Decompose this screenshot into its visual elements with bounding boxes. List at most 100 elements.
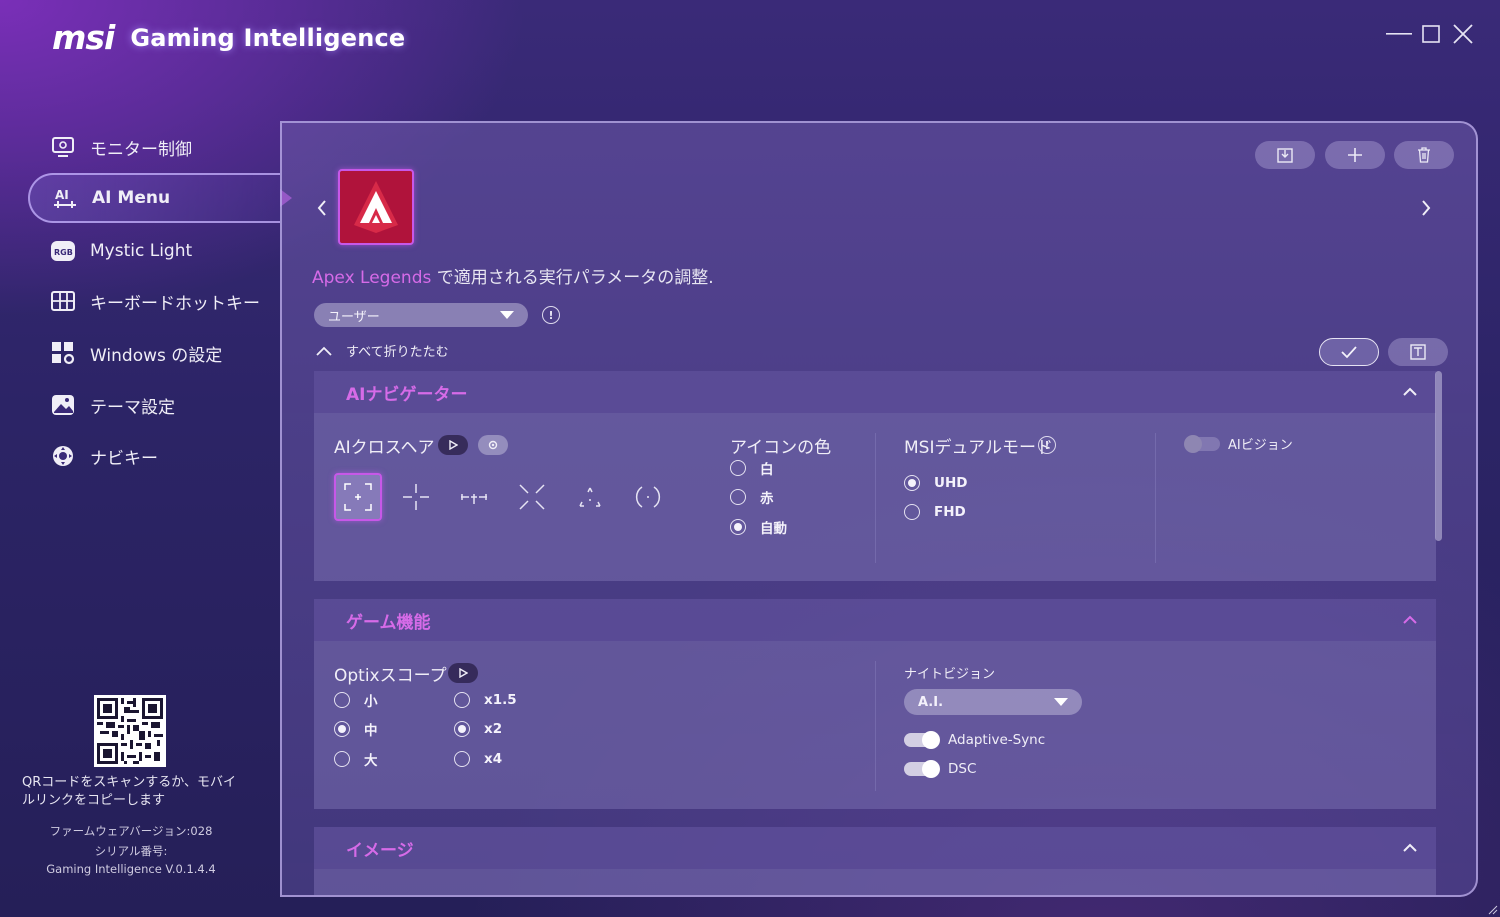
section-header-ai-navigator[interactable]: AIナビゲーター bbox=[314, 371, 1436, 413]
radio-label: x1.5 bbox=[484, 692, 517, 708]
dual-mode-uhd[interactable]: UHD bbox=[904, 474, 967, 492]
crosshair-option-5[interactable] bbox=[566, 473, 614, 521]
radio-icon[interactable] bbox=[334, 751, 350, 767]
night-vision-label: ナイトビジョン bbox=[904, 667, 996, 682]
dual-mode-info-icon[interactable]: ! bbox=[1038, 436, 1056, 454]
optix-scope-label: Optixスコープ bbox=[334, 666, 447, 686]
msi-logo: msi bbox=[52, 18, 115, 57]
minimize-button[interactable] bbox=[1384, 20, 1414, 48]
close-button[interactable] bbox=[1448, 20, 1478, 48]
game-tile-apex-legends[interactable] bbox=[338, 169, 414, 245]
profile-select-value: ユーザー bbox=[328, 309, 380, 325]
radio-icon[interactable] bbox=[904, 475, 920, 491]
scrollbar[interactable] bbox=[1435, 371, 1442, 541]
scope-size-small[interactable]: 小 bbox=[334, 691, 378, 710]
radio-label: x2 bbox=[484, 721, 503, 737]
radio-icon[interactable] bbox=[454, 751, 470, 767]
radio-icon[interactable] bbox=[334, 721, 350, 737]
maximize-button[interactable] bbox=[1416, 20, 1446, 48]
sidebar-item-label: キーボードホットキー bbox=[90, 293, 260, 314]
crosshair-option-6[interactable] bbox=[624, 473, 672, 521]
dual-mode-fhd[interactable]: FHD bbox=[904, 503, 966, 521]
maximize-icon bbox=[1422, 25, 1440, 43]
radio-icon[interactable] bbox=[730, 489, 746, 505]
scope-zoom-x4[interactable]: x4 bbox=[454, 750, 502, 768]
optix-preview-button[interactable] bbox=[448, 663, 478, 683]
dsc-label: DSC bbox=[948, 761, 977, 777]
add-profile-button[interactable] bbox=[1325, 141, 1385, 169]
sidebar-item-monitor-control[interactable]: モニター制御 bbox=[28, 122, 280, 172]
radio-icon[interactable] bbox=[454, 692, 470, 708]
section-title: AIナビゲーター bbox=[346, 384, 468, 405]
keyboard-icon bbox=[50, 288, 76, 314]
profile-select[interactable]: ユーザー bbox=[314, 303, 528, 327]
crosshair-option-1[interactable] bbox=[334, 473, 382, 521]
plus-icon bbox=[1348, 148, 1362, 162]
crosshair-settings-button[interactable] bbox=[478, 435, 508, 455]
next-game-button[interactable] bbox=[1420, 199, 1432, 217]
sidebar-item-navi-key[interactable]: ナビキー bbox=[28, 431, 280, 481]
minimize-icon bbox=[1386, 33, 1412, 35]
prev-game-button[interactable] bbox=[316, 199, 328, 217]
dual-mode-label: MSIデュアルモード bbox=[904, 438, 1053, 458]
sidebar-item-windows-settings[interactable]: Windows の設定 bbox=[28, 328, 280, 378]
radio-icon[interactable] bbox=[730, 519, 746, 535]
svg-text:RGB: RGB bbox=[54, 248, 73, 257]
apply-button[interactable] bbox=[1319, 338, 1379, 366]
icon-color-red[interactable]: 赤 bbox=[730, 488, 774, 507]
app-version: Gaming Intelligence V.0.1.4.4 bbox=[46, 862, 216, 876]
collapse-section-icon[interactable] bbox=[1402, 612, 1418, 628]
column-divider bbox=[1155, 433, 1156, 563]
delete-profile-button[interactable] bbox=[1394, 141, 1454, 169]
night-vision-select[interactable]: A.I. bbox=[904, 689, 1082, 715]
crosshair-option-4[interactable] bbox=[508, 473, 556, 521]
crosshair-circle-icon bbox=[635, 486, 661, 508]
save-button[interactable] bbox=[1388, 338, 1448, 366]
radio-icon[interactable] bbox=[454, 721, 470, 737]
collapse-all-label: すべて折りたたむ bbox=[346, 345, 449, 360]
collapse-section-icon[interactable] bbox=[1402, 840, 1418, 856]
radio-label: 自動 bbox=[760, 521, 787, 537]
scope-zoom-x2[interactable]: x2 bbox=[454, 720, 502, 738]
crosshair-preview-button[interactable] bbox=[438, 435, 468, 455]
crosshair-option-2[interactable] bbox=[392, 473, 440, 521]
sidebar-item-mystic-light[interactable]: RGB Mystic Light bbox=[28, 226, 280, 276]
collapse-section-icon[interactable] bbox=[1402, 384, 1418, 400]
sidebar-item-ai-menu[interactable]: AI AI Menu bbox=[28, 173, 280, 223]
dsc-toggle[interactable] bbox=[904, 760, 940, 778]
section-body-ai-navigator: AIクロスヘア アイコンの色 白 赤 自動 MSIデュアルモード ! UHD F… bbox=[314, 413, 1436, 581]
page-heading: Apex Legends で適用される実行パラメータの調整. bbox=[312, 263, 714, 288]
game-name: Apex Legends bbox=[312, 268, 432, 288]
sidebar-item-label: モニター制御 bbox=[90, 139, 192, 160]
import-button[interactable] bbox=[1255, 141, 1315, 169]
radio-label: FHD bbox=[934, 504, 966, 520]
profile-info-icon[interactable]: ! bbox=[542, 306, 560, 324]
scope-size-large[interactable]: 大 bbox=[334, 750, 378, 769]
adaptive-sync-toggle[interactable] bbox=[904, 731, 940, 749]
radio-label: x4 bbox=[484, 751, 503, 767]
qr-code[interactable] bbox=[94, 695, 166, 767]
crosshair-range-icon bbox=[461, 494, 487, 504]
radio-icon[interactable] bbox=[904, 504, 920, 520]
collapse-all-toggle[interactable]: すべて折りたたむ bbox=[316, 341, 449, 360]
crosshair-option-3[interactable] bbox=[450, 473, 498, 521]
scope-zoom-x1-5[interactable]: x1.5 bbox=[454, 691, 517, 709]
crosshair-cross-icon bbox=[403, 484, 429, 510]
sidebar-item-keyboard-hotkey[interactable]: キーボードホットキー bbox=[28, 276, 280, 326]
ai-icon: AI bbox=[52, 185, 78, 211]
section-header-image[interactable]: イメージ bbox=[314, 827, 1436, 869]
monitor-icon bbox=[50, 134, 76, 160]
radio-icon[interactable] bbox=[730, 460, 746, 476]
icon-color-auto[interactable]: 自動 bbox=[730, 518, 787, 537]
resize-grip-icon[interactable] bbox=[1488, 905, 1498, 915]
ai-vision-toggle[interactable] bbox=[1184, 435, 1220, 453]
section-header-game-features[interactable]: ゲーム機能 bbox=[314, 599, 1436, 641]
icon-color-white[interactable]: 白 bbox=[730, 459, 774, 478]
sidebar-item-theme-settings[interactable]: テーマ設定 bbox=[28, 380, 280, 430]
icon-color-label: アイコンの色 bbox=[730, 438, 832, 458]
chevron-up-icon bbox=[316, 346, 332, 356]
radio-icon[interactable] bbox=[334, 692, 350, 708]
column-divider bbox=[875, 433, 876, 563]
rgb-icon: RGB bbox=[50, 238, 76, 264]
scope-size-medium[interactable]: 中 bbox=[334, 720, 378, 739]
